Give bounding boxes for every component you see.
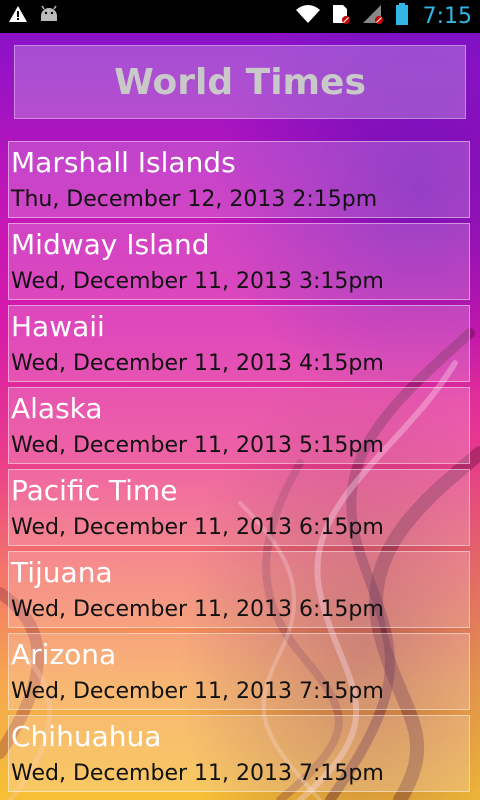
- list-item[interactable]: Marshall Islands Thu, December 12, 2013 …: [8, 141, 470, 218]
- signal-icon: [361, 3, 385, 29]
- zone-time: Wed, December 11, 2013 7:15pm: [11, 679, 384, 704]
- list-item[interactable]: Arizona Wed, December 11, 2013 7:15pm: [8, 633, 470, 710]
- zone-time: Wed, December 11, 2013 6:15pm: [11, 597, 384, 622]
- zone-name: Tijuana: [11, 556, 113, 589]
- warning-icon: [8, 4, 28, 28]
- zone-time: Wed, December 11, 2013 7:15pm: [11, 761, 384, 786]
- status-time: 7:15: [422, 3, 472, 29]
- world-times-list: Marshall Islands Thu, December 12, 2013 …: [8, 141, 470, 797]
- zone-name: Arizona: [11, 638, 117, 671]
- battery-icon: [395, 2, 409, 30]
- zone-time: Wed, December 11, 2013 4:15pm: [11, 351, 384, 376]
- list-item[interactable]: Midway Island Wed, December 11, 2013 3:1…: [8, 223, 470, 300]
- status-bar: 7:15: [0, 0, 480, 33]
- zone-name: Alaska: [11, 392, 103, 425]
- list-item[interactable]: Tijuana Wed, December 11, 2013 6:15pm: [8, 551, 470, 628]
- sim-icon: [331, 3, 351, 29]
- list-item[interactable]: Hawaii Wed, December 11, 2013 4:15pm: [8, 305, 470, 382]
- list-item[interactable]: Chihuahua Wed, December 11, 2013 7:15pm: [8, 715, 470, 792]
- list-item[interactable]: Pacific Time Wed, December 11, 2013 6:15…: [8, 469, 470, 546]
- page-title: World Times: [114, 61, 366, 103]
- wifi-icon: [295, 3, 321, 29]
- header-bar: World Times: [14, 45, 466, 119]
- list-item[interactable]: Alaska Wed, December 11, 2013 5:15pm: [8, 387, 470, 464]
- zone-name: Midway Island: [11, 228, 210, 261]
- zone-time: Wed, December 11, 2013 5:15pm: [11, 433, 384, 458]
- zone-name: Marshall Islands: [11, 146, 236, 179]
- zone-name: Chihuahua: [11, 720, 162, 753]
- app-screen: World Times Marshall Islands Thu, Decemb…: [0, 33, 480, 800]
- zone-name: Hawaii: [11, 310, 105, 343]
- zone-time: Wed, December 11, 2013 3:15pm: [11, 269, 384, 294]
- zone-time: Thu, December 12, 2013 2:15pm: [11, 187, 378, 212]
- zone-time: Wed, December 11, 2013 6:15pm: [11, 515, 384, 540]
- android-icon: [38, 4, 60, 28]
- zone-name: Pacific Time: [11, 474, 178, 507]
